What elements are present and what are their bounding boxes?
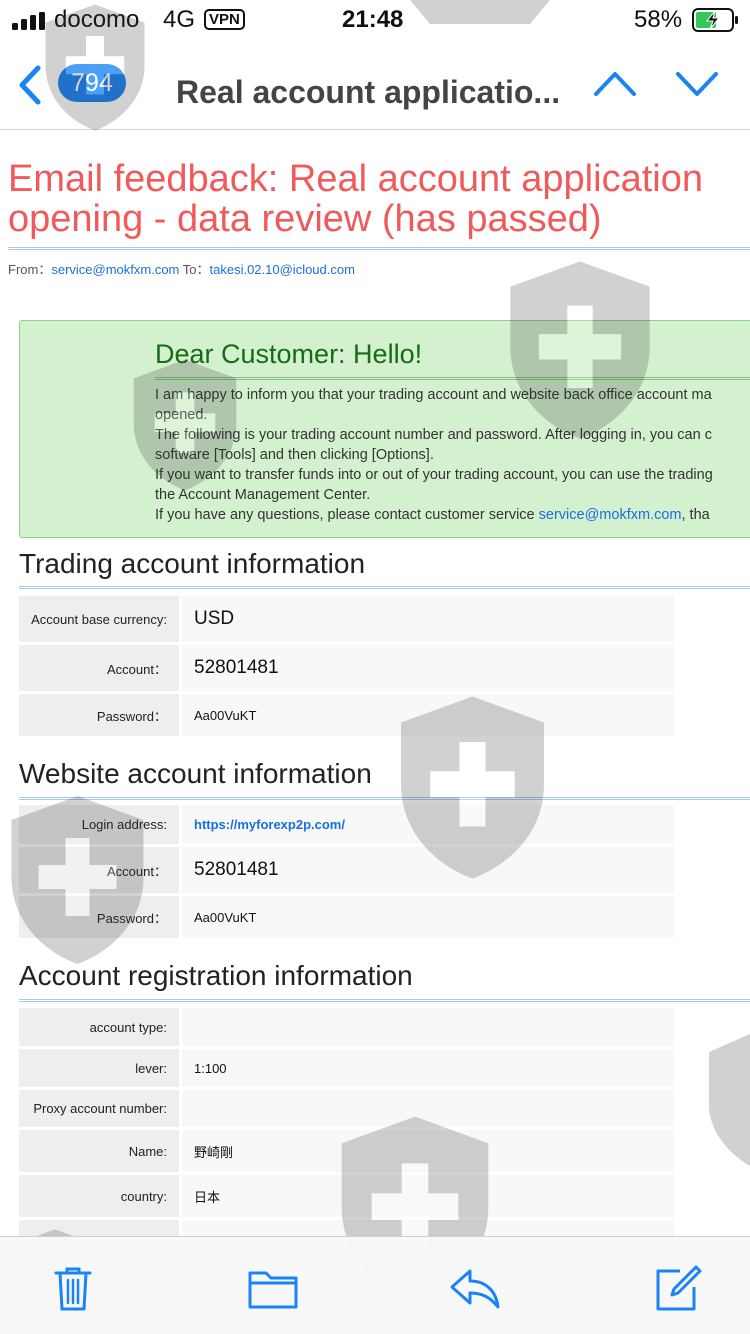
notice-contact-text: If you have any questions, please contac… [155, 507, 539, 523]
row-label: Proxy account number: [19, 1090, 179, 1127]
row-label: account type: [19, 1008, 179, 1046]
from-label: From： [8, 262, 52, 277]
notice-line: If you want to transfer funds into or ou… [155, 467, 713, 483]
row-value: USD [182, 596, 674, 642]
table-row: lever: 1:100 [19, 1049, 674, 1087]
reply-icon[interactable] [448, 1263, 502, 1313]
battery-percentage: 58% [634, 6, 683, 33]
inbox-count-badge[interactable]: 794 [58, 64, 126, 102]
row-value: 52801481 [182, 645, 674, 691]
from-address[interactable]: service@mokfxm.com [51, 262, 179, 277]
folder-icon[interactable] [246, 1263, 300, 1313]
trading-divider [19, 586, 750, 589]
website-divider [19, 797, 750, 800]
row-value [182, 1008, 674, 1046]
clock: 21:48 [342, 6, 404, 33]
registration-divider [19, 999, 750, 1002]
row-value: 1:100 [182, 1049, 674, 1087]
table-row: Proxy account number: [19, 1090, 674, 1127]
notice-line: I am happy to inform you that your tradi… [155, 387, 712, 403]
row-value: 52801481 [182, 847, 674, 893]
email-meta: From：service@mokfxm.com To：takesi.02.10@… [8, 259, 355, 278]
chevron-left-icon[interactable] [16, 64, 44, 106]
row-label: Login address: [19, 805, 179, 844]
notice-contact-suffix: , tha [681, 507, 710, 523]
navigation-bar: 794 Real account applicatio... [0, 44, 750, 130]
row-value: 野崎剛 [182, 1130, 674, 1172]
notice-line: opened. [155, 407, 208, 423]
to-address[interactable]: takesi.02.10@icloud.com [210, 262, 355, 277]
row-label: Account： [19, 645, 179, 691]
table-row: Account： 52801481 [19, 847, 674, 893]
chevron-down-icon[interactable] [676, 70, 718, 98]
table-row: Login address: https://myforexp2p.com/ [19, 805, 674, 844]
network-label: 4G [163, 6, 196, 33]
row-label: Password： [19, 694, 179, 736]
row-value [182, 1090, 674, 1127]
notice-line: The following is your trading account nu… [155, 427, 712, 443]
notice-line: software [Tools] and then clicking [Opti… [155, 447, 434, 463]
trash-icon[interactable] [46, 1263, 100, 1313]
notice-line: the Account Management Center. [155, 487, 371, 503]
table-row: Password： Aa00VuKT [19, 694, 674, 736]
welcome-notice: Dear Customer: Hello! I am happy to info… [19, 320, 750, 538]
row-label: Account base currency: [19, 596, 179, 642]
notice-title: Dear Customer: Hello! [155, 339, 423, 369]
table-row: account type: [19, 1008, 674, 1046]
bottom-toolbar [0, 1236, 750, 1334]
carrier-label: docomo [54, 6, 140, 33]
table-row: Password： Aa00VuKT [19, 896, 674, 938]
table-row: Account： 52801481 [19, 645, 674, 691]
status-bar: docomo 4G VPN 21:48 58% [0, 0, 750, 44]
vpn-badge: VPN [204, 9, 245, 30]
row-value: Aa00VuKT [182, 694, 674, 736]
table-row: Name: 野崎剛 [19, 1130, 674, 1172]
login-address-link[interactable]: https://myforexp2p.com/ [182, 805, 674, 844]
heading-divider [8, 247, 750, 250]
table-row: country: 日本 [19, 1175, 674, 1217]
website-section-title: Website account information [19, 758, 372, 789]
to-label: To： [179, 262, 210, 277]
row-label: Name: [19, 1130, 179, 1172]
row-value: Aa00VuKT [182, 896, 674, 938]
row-label: Password： [19, 896, 179, 938]
support-email-link[interactable]: service@mokfxm.com [539, 507, 682, 523]
table-row: Account base currency: USD [19, 596, 674, 642]
row-label: lever: [19, 1049, 179, 1087]
email-body[interactable]: Email feedback: Real account application… [0, 131, 750, 1236]
row-value: 日本 [182, 1175, 674, 1217]
chevron-up-icon[interactable] [594, 70, 636, 98]
signal-icon [12, 12, 45, 30]
row-value [182, 1220, 674, 1236]
table-row [19, 1220, 674, 1236]
email-heading: Email feedback: Real account application… [8, 158, 703, 240]
row-label [19, 1220, 179, 1236]
registration-section-title: Account registration information [19, 960, 413, 991]
notice-text: I am happy to inform you that your tradi… [155, 385, 750, 525]
compose-icon[interactable] [650, 1263, 704, 1313]
notice-divider [155, 377, 750, 380]
row-label: Account： [19, 847, 179, 893]
notice-line: If you have any questions, please contac… [155, 505, 750, 525]
battery-charging-icon [692, 8, 738, 32]
row-label: country: [19, 1175, 179, 1217]
nav-title: Real account applicatio... [176, 74, 561, 110]
trading-section-title: Trading account information [19, 548, 366, 579]
